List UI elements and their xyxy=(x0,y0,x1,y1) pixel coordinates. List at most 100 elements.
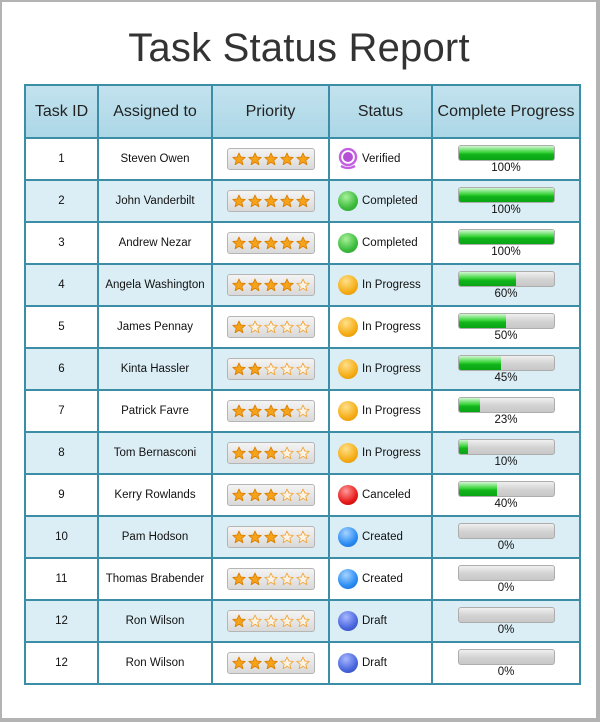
progress-bar-fill xyxy=(458,271,516,286)
status-label: In Progress xyxy=(362,279,421,291)
star-filled-icon xyxy=(231,278,246,292)
star-empty-icon xyxy=(279,656,294,670)
progress-bar xyxy=(457,144,555,161)
star-empty-icon xyxy=(295,488,310,502)
star-filled-icon xyxy=(231,404,246,418)
star-filled-icon xyxy=(231,194,246,208)
assigned-to: Tom Bernasconi xyxy=(97,431,213,475)
status-cell: Created xyxy=(328,557,433,601)
task-id: 3 xyxy=(24,221,99,265)
star-filled-icon xyxy=(231,572,246,586)
progress-bar-fill xyxy=(458,187,554,202)
assigned-to: Kerry Rowlands xyxy=(97,473,213,517)
priority-rating xyxy=(226,232,315,254)
star-filled-icon xyxy=(263,278,278,292)
table-row: 4 Angela Washington In Progress 60% xyxy=(24,263,581,307)
star-filled-icon xyxy=(279,194,294,208)
priority-rating xyxy=(226,400,315,422)
assigned-to: John Vanderbilt xyxy=(97,179,213,223)
star-empty-icon xyxy=(279,320,294,334)
priority-cell xyxy=(211,347,330,391)
progress-percent: 10% xyxy=(494,455,518,468)
progress-percent: 60% xyxy=(494,287,518,300)
assigned-to: Pam Hodson xyxy=(97,515,213,559)
star-empty-icon xyxy=(279,488,294,502)
star-empty-icon xyxy=(295,530,310,544)
status-label: Draft xyxy=(362,615,387,627)
progress-cell: 0% xyxy=(431,515,581,559)
status-green-dot-icon xyxy=(338,191,358,211)
progress-cell: 100% xyxy=(431,221,581,265)
star-filled-icon xyxy=(247,656,262,670)
table-row: 7 Patrick Favre In Progress 23% xyxy=(24,389,581,433)
status-cell: Canceled xyxy=(328,473,433,517)
status-label: Completed xyxy=(362,195,418,207)
table-row: 8 Tom Bernasconi In Progress 10% xyxy=(24,431,581,475)
star-filled-icon xyxy=(231,152,246,166)
status-cell: Verified xyxy=(328,137,433,181)
progress-bar xyxy=(457,522,555,539)
assigned-to: Kinta Hassler xyxy=(97,347,213,391)
status-orange-dot-icon xyxy=(338,317,358,337)
table-row: 1 Steven Owen Verified 100% xyxy=(24,137,581,181)
star-filled-icon xyxy=(263,152,278,166)
status-blue-dot-icon xyxy=(338,569,358,589)
table-row: 11 Thomas Brabender Created 0% xyxy=(24,557,581,601)
status-blue-dot-icon xyxy=(338,527,358,547)
status-indigo-dot-icon xyxy=(338,653,358,673)
table-header-row: Task ID Assigned to Priority Status Comp… xyxy=(24,84,581,139)
column-header-priority: Priority xyxy=(211,84,330,139)
table-row: 10 Pam Hodson Created 0% xyxy=(24,515,581,559)
column-header-status: Status xyxy=(328,84,433,139)
progress-percent: 50% xyxy=(494,329,518,342)
star-empty-icon xyxy=(279,362,294,376)
star-filled-icon xyxy=(231,656,246,670)
star-empty-icon xyxy=(295,446,310,460)
progress-bar xyxy=(457,564,555,581)
progress-bar xyxy=(457,354,555,371)
star-empty-icon xyxy=(279,614,294,628)
star-filled-icon xyxy=(263,656,278,670)
task-id: 8 xyxy=(24,431,99,475)
star-filled-icon xyxy=(263,446,278,460)
assigned-to: James Pennay xyxy=(97,305,213,349)
star-filled-icon xyxy=(231,530,246,544)
progress-cell: 100% xyxy=(431,137,581,181)
task-id: 7 xyxy=(24,389,99,433)
table-row: 9 Kerry Rowlands Canceled 40% xyxy=(24,473,581,517)
progress-cell: 60% xyxy=(431,263,581,307)
priority-rating xyxy=(226,484,315,506)
table-row: 3 Andrew Nezar Completed 100% xyxy=(24,221,581,265)
star-filled-icon xyxy=(247,530,262,544)
star-filled-icon xyxy=(247,488,262,502)
status-label: In Progress xyxy=(362,405,421,417)
status-orange-dot-icon xyxy=(338,443,358,463)
status-cell: In Progress xyxy=(328,431,433,475)
star-filled-icon xyxy=(279,278,294,292)
priority-rating xyxy=(226,148,315,170)
star-empty-icon xyxy=(279,572,294,586)
task-id: 10 xyxy=(24,515,99,559)
progress-percent: 0% xyxy=(497,581,515,594)
status-verified-icon xyxy=(338,147,358,170)
task-id: 2 xyxy=(24,179,99,223)
star-filled-icon xyxy=(247,404,262,418)
progress-cell: 0% xyxy=(431,641,581,685)
progress-bar xyxy=(457,186,555,203)
progress-bar-fill xyxy=(458,145,554,160)
star-empty-icon xyxy=(247,614,262,628)
progress-bar xyxy=(457,480,555,497)
progress-bar xyxy=(457,438,555,455)
status-cell: In Progress xyxy=(328,389,433,433)
status-cell: Draft xyxy=(328,599,433,643)
progress-cell: 40% xyxy=(431,473,581,517)
table-row: 12 Ron Wilson Draft 0% xyxy=(24,641,581,685)
status-label: Created xyxy=(362,573,403,585)
star-filled-icon xyxy=(247,362,262,376)
star-empty-icon xyxy=(295,320,310,334)
priority-cell xyxy=(211,221,330,265)
star-filled-icon xyxy=(247,278,262,292)
assigned-to: Ron Wilson xyxy=(97,641,213,685)
progress-bar-fill xyxy=(458,481,497,496)
status-cell: Completed xyxy=(328,221,433,265)
